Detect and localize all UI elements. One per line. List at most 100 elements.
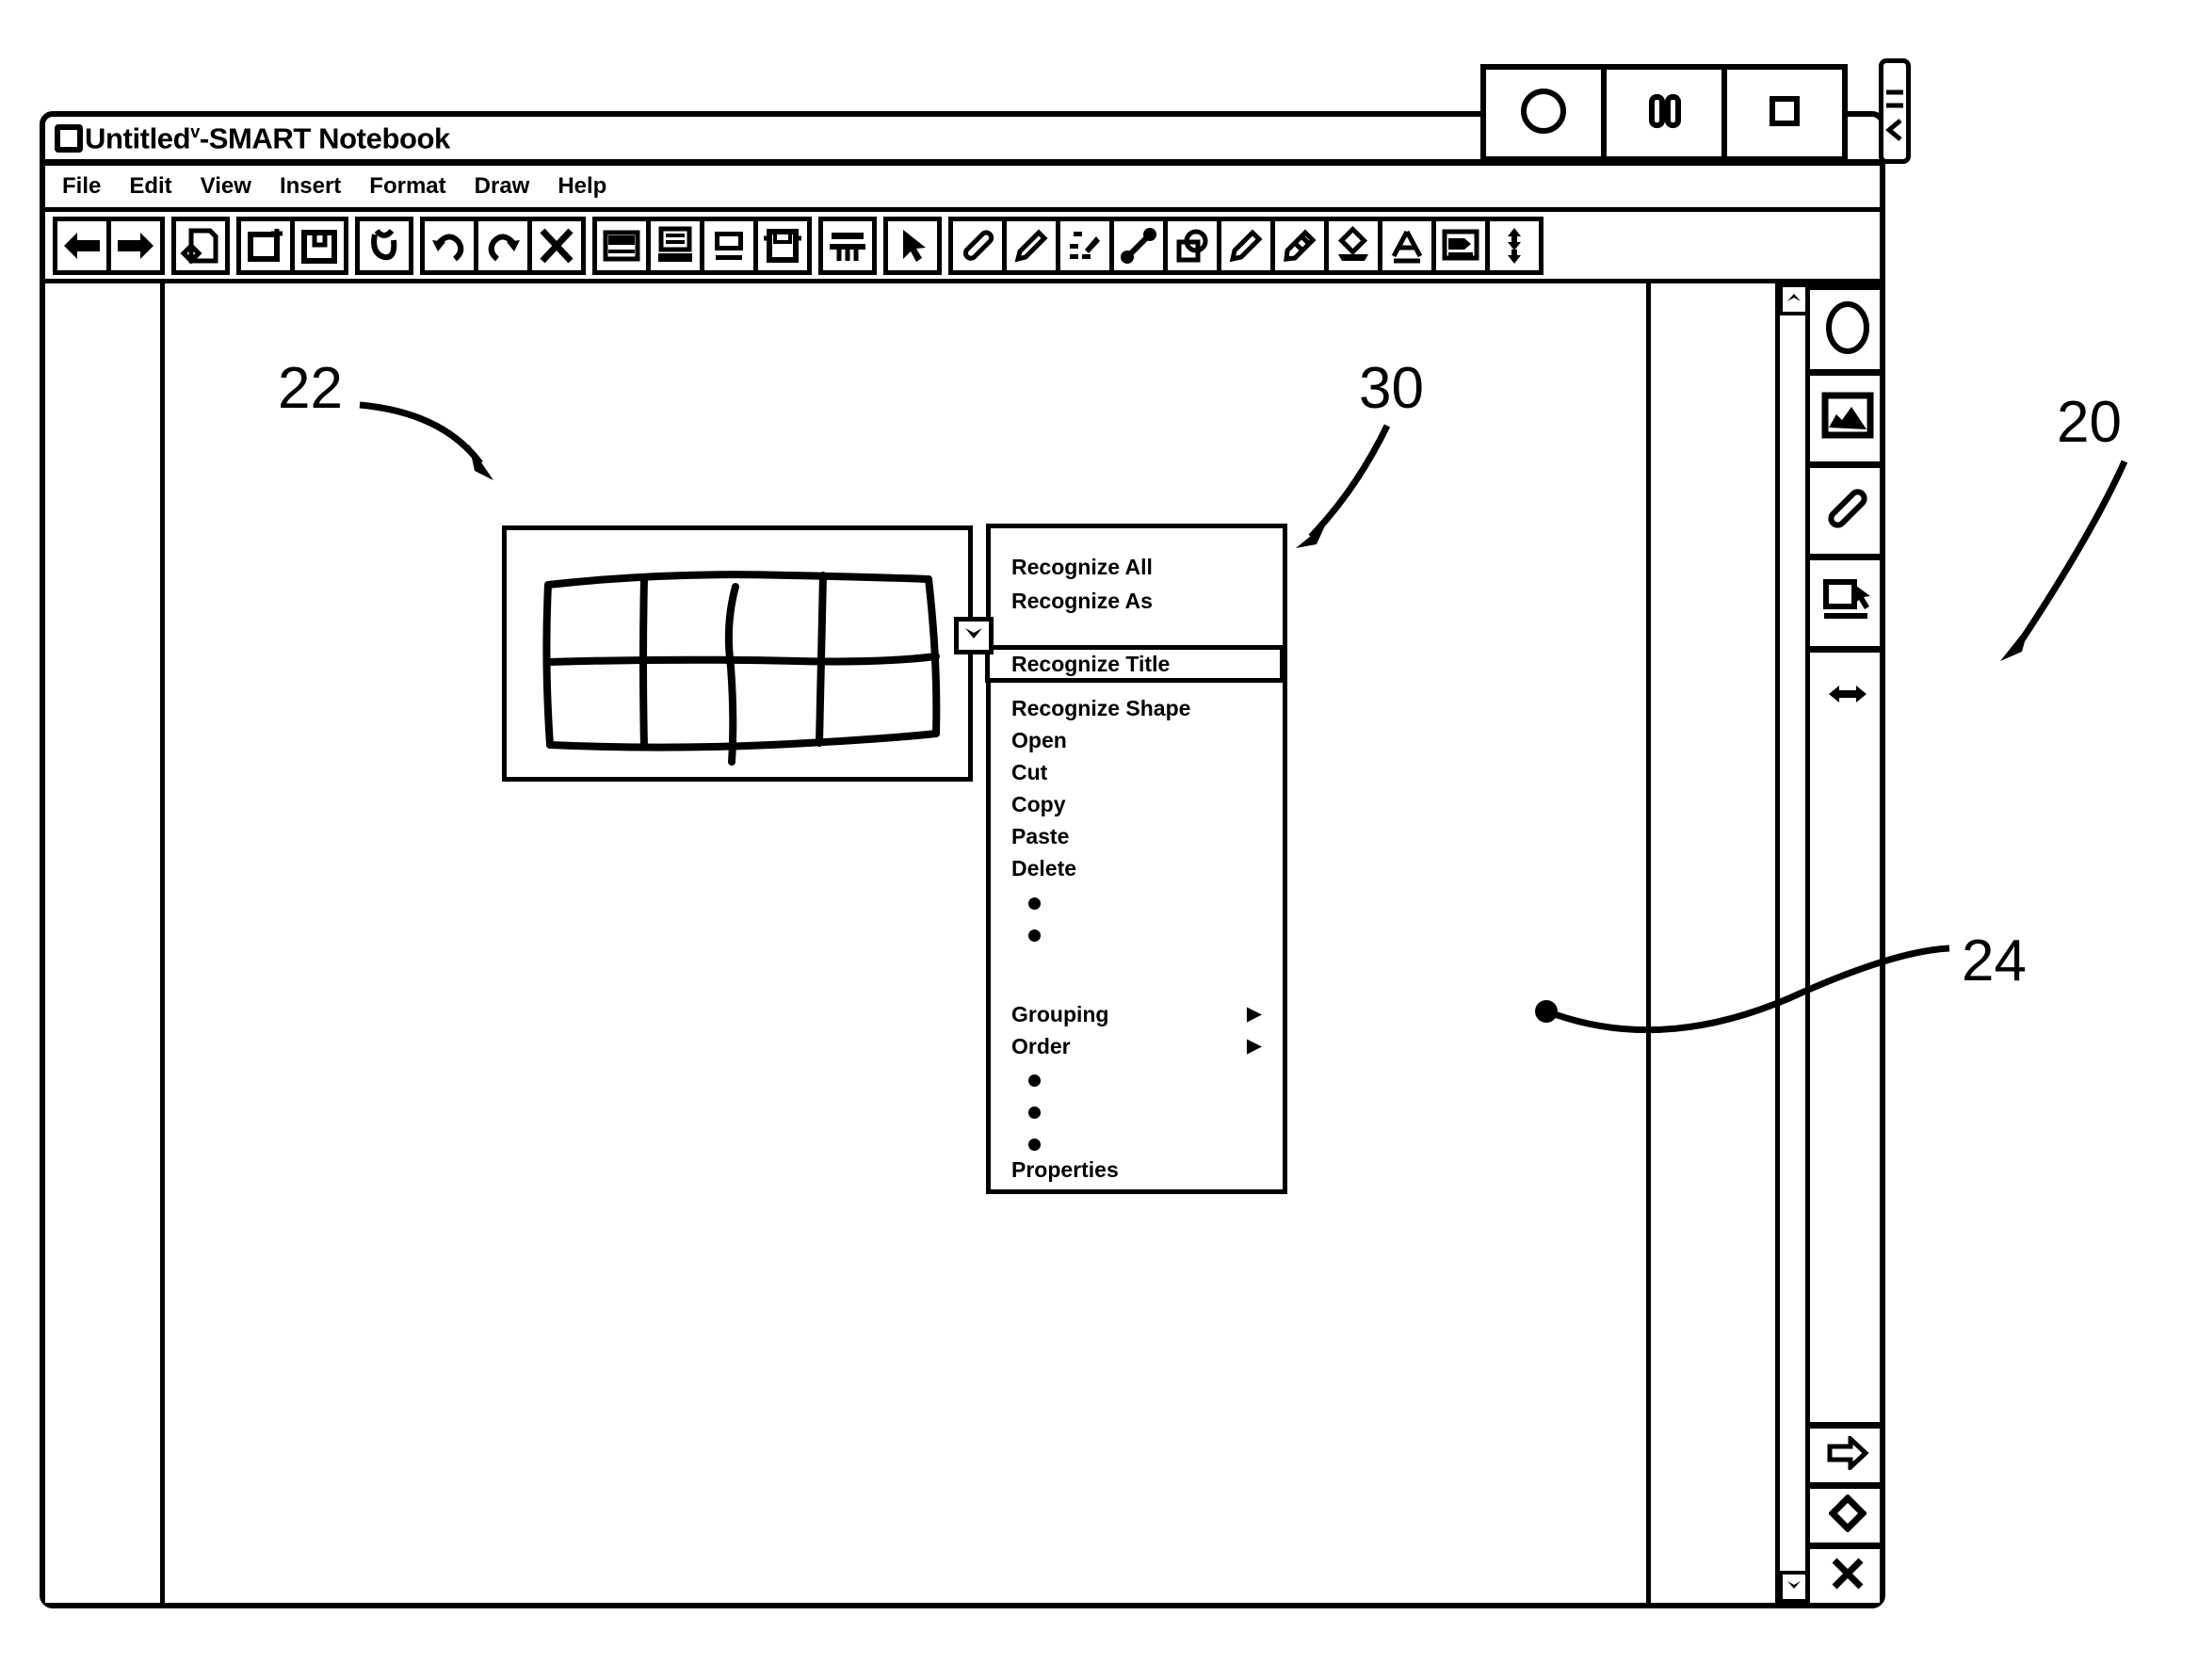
- reference-numeral-20: 20: [2057, 390, 2122, 455]
- close-x-icon: [1829, 1555, 1867, 1597]
- menu-item-view[interactable]: View: [201, 173, 251, 200]
- eraser-button[interactable]: [1324, 216, 1382, 275]
- shapes-icon: [1172, 225, 1213, 267]
- pen-icon: [1821, 482, 1874, 540]
- selection-bounding-box[interactable]: [502, 525, 973, 782]
- page-button[interactable]: [171, 216, 230, 275]
- window-side-tab[interactable]: [1879, 58, 1911, 164]
- ellipse-icon: [1823, 299, 1872, 362]
- palette-close-button[interactable]: [1810, 1543, 1880, 1603]
- menu-item-paste[interactable]: Paste: [1011, 826, 1069, 848]
- forward-button[interactable]: [106, 216, 165, 275]
- clear-page-button[interactable]: [355, 216, 413, 275]
- menu-item-grouping-label: Grouping: [1011, 1002, 1109, 1026]
- pen2-button[interactable]: [1002, 216, 1060, 275]
- redo-button[interactable]: [474, 216, 532, 275]
- menu-item-recognize-all[interactable]: Recognize All: [1011, 557, 1153, 578]
- vertical-scrollbar[interactable]: [1775, 283, 1809, 1603]
- restore-button[interactable]: [1607, 70, 1727, 156]
- back-arrow-icon: [60, 227, 104, 265]
- capture-button[interactable]: [753, 216, 812, 275]
- table-align-icon: [826, 225, 869, 267]
- pen-button[interactable]: [948, 216, 1007, 275]
- screen-shade-icon: [601, 227, 642, 265]
- creative-pen-icon: [1064, 225, 1106, 267]
- menu-item-recognize-title[interactable]: Recognize Title: [1011, 654, 1170, 675]
- canvas-work-area[interactable]: [45, 279, 1880, 1603]
- page-icon: [180, 225, 221, 267]
- menu-item-open[interactable]: Open: [1011, 730, 1067, 751]
- screen-shade-button[interactable]: [592, 216, 651, 275]
- page-right-margin: [1646, 283, 1651, 1603]
- cursor-arrow-icon: [894, 225, 931, 267]
- pen-thin-icon: [1010, 225, 1052, 267]
- line-tool-icon: [1118, 225, 1159, 267]
- menu-item-order[interactable]: Order: [1011, 1036, 1071, 1058]
- menu-item-copy[interactable]: Copy: [1011, 794, 1066, 816]
- object-dropdown-button[interactable]: [954, 617, 994, 654]
- minimize-button[interactable]: [1486, 70, 1607, 156]
- reference-numeral-24: 24: [1962, 929, 2027, 993]
- chevron-up-icon: [1786, 291, 1802, 309]
- menu-ellipsis-dot: [1028, 897, 1041, 910]
- menu-item-edit[interactable]: Edit: [129, 173, 171, 200]
- line-button[interactable]: [1109, 216, 1168, 275]
- palette-capture-button[interactable]: [1810, 560, 1880, 653]
- double-bar-icon: [1638, 85, 1690, 142]
- palette-pen-button[interactable]: [1810, 468, 1880, 560]
- delete-button[interactable]: [527, 216, 586, 275]
- new-page-button[interactable]: [236, 216, 295, 275]
- undo-button[interactable]: [420, 216, 478, 275]
- menu-item-properties[interactable]: Properties: [1011, 1159, 1119, 1181]
- creative-pen-button[interactable]: [1056, 216, 1114, 275]
- back-button[interactable]: [53, 216, 111, 275]
- palette-gallery-button[interactable]: [1810, 376, 1880, 468]
- menu-item-format[interactable]: Format: [369, 173, 445, 200]
- highlighter-button[interactable]: [1270, 216, 1329, 275]
- palette-shape-button[interactable]: [1810, 283, 1880, 376]
- save-button[interactable]: [290, 216, 348, 275]
- menu-item-cut[interactable]: Cut: [1011, 762, 1047, 783]
- menu-item-recognize-as[interactable]: Recognize As: [1011, 590, 1153, 612]
- menu-item-insert[interactable]: Insert: [280, 173, 341, 200]
- horizontal-resize-icon: [1827, 682, 1868, 711]
- select-button[interactable]: [883, 216, 942, 275]
- diamond-icon: [1827, 1494, 1867, 1537]
- insert-object-button[interactable]: [1431, 216, 1490, 275]
- menu-item-help[interactable]: Help: [558, 173, 606, 200]
- text-button[interactable]: [1378, 216, 1436, 275]
- menu-ellipsis-dot: [1028, 929, 1041, 942]
- palette-resize-handle[interactable]: [1810, 653, 1880, 739]
- vertical-arrows-icon: [1500, 225, 1528, 267]
- menu-ellipsis-dot: [1028, 1139, 1041, 1151]
- highlighter-icon: [1279, 225, 1320, 267]
- shapes-button[interactable]: [1163, 216, 1221, 275]
- square-icon: [1758, 85, 1811, 142]
- close-button[interactable]: [1727, 70, 1842, 156]
- menu-item-grouping[interactable]: Grouping: [1011, 1004, 1108, 1026]
- right-arrow-icon: [1826, 1433, 1869, 1475]
- undo-icon: [428, 225, 470, 267]
- menu-item-delete[interactable]: Delete: [1011, 858, 1076, 880]
- reference-numeral-22: 22: [278, 356, 343, 421]
- menu-item-order-label: Order: [1011, 1034, 1071, 1058]
- fullscreen-button[interactable]: [700, 216, 758, 275]
- pen-solid-icon: [1225, 225, 1267, 267]
- pen-icon: [957, 225, 998, 267]
- floppy-capture-icon: [762, 225, 803, 267]
- move-button[interactable]: [1485, 216, 1543, 275]
- table-button[interactable]: [818, 216, 877, 275]
- monitor-keyboard-icon: [655, 225, 696, 267]
- menu-item-draw[interactable]: Draw: [475, 173, 530, 200]
- forward-arrow-icon: [114, 227, 157, 265]
- monitor-icon: [708, 227, 750, 265]
- menu-item-file[interactable]: File: [62, 173, 101, 200]
- palette-diamond-button[interactable]: [1810, 1482, 1880, 1543]
- keyboard-button[interactable]: [646, 216, 704, 275]
- right-tool-palette: [1805, 283, 1880, 1603]
- menu-item-recognize-shape[interactable]: Recognize Shape: [1011, 698, 1190, 719]
- menu-ellipsis-dot: [1028, 1107, 1041, 1119]
- pen3-button[interactable]: [1217, 216, 1275, 275]
- palette-next-button[interactable]: [1810, 1422, 1880, 1482]
- eraser-icon: [1333, 225, 1374, 267]
